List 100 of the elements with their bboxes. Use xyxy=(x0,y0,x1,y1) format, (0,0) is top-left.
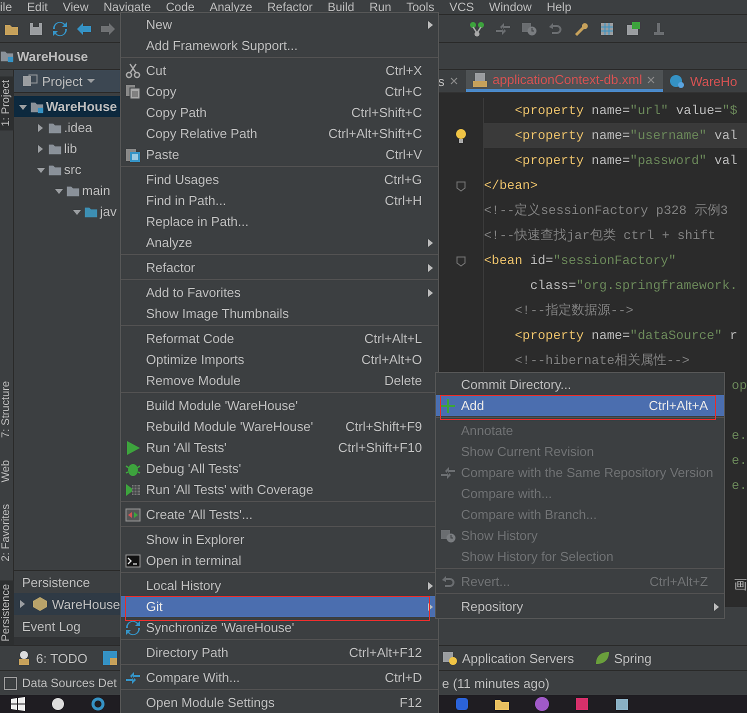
create-test-icon xyxy=(125,506,141,522)
app-icon xyxy=(534,696,550,712)
coverage-icon xyxy=(125,482,141,498)
menu-item[interactable]: Show in Explorer xyxy=(121,529,438,550)
menu-item[interactable]: Copy Path Ctrl+Shift+C xyxy=(121,102,438,123)
tool-window-tab[interactable]: Persistence xyxy=(0,580,14,645)
tree-item[interactable]: lib xyxy=(14,138,120,159)
tool-window-tab[interactable]: 7: Structure xyxy=(0,376,14,442)
menu-bar-item[interactable]: Code xyxy=(166,0,195,14)
folder-icon xyxy=(48,162,62,176)
code-line: <!--快速查找jar包类 ctrl + shift xyxy=(484,227,717,245)
tool-icon xyxy=(651,20,667,36)
menu-item[interactable]: Run 'All Tests' with Coverage xyxy=(121,479,438,500)
menu-bar-item[interactable]: Build xyxy=(328,0,354,14)
tool-window-tab[interactable]: 2: Favorites xyxy=(0,500,14,566)
menu-item[interactable]: Paste Ctrl+V xyxy=(121,144,438,165)
folder-icon xyxy=(84,204,98,218)
menu-item[interactable]: Repository xyxy=(436,596,724,617)
menu-item[interactable]: Remove Module Delete xyxy=(121,370,438,391)
menu-item[interactable]: Copy Ctrl+C xyxy=(121,81,438,102)
menu-item[interactable]: Rebuild Module 'WareHouse' Ctrl+Shift+F9 xyxy=(121,416,438,437)
menu-item[interactable]: Commit Directory... xyxy=(436,374,724,395)
hibernate-icon xyxy=(32,596,48,612)
editor-tab[interactable]: s xyxy=(438,70,466,92)
menu-item[interactable]: Build Module 'WareHouse' xyxy=(121,395,438,416)
fold-marker-icon xyxy=(456,180,466,192)
menu-bar-item[interactable]: Window xyxy=(489,0,532,14)
tool-window-tab[interactable]: 6: TODO xyxy=(16,650,88,666)
menu-bar-item[interactable]: Tools xyxy=(406,0,434,14)
menu-item[interactable]: Show Image Thumbnails xyxy=(121,303,438,324)
tree-item[interactable]: WareHouse xyxy=(14,96,120,117)
close-icon[interactable] xyxy=(450,77,458,85)
tree-item[interactable]: .idea xyxy=(14,117,120,138)
status-text: e (11 minutes ago) xyxy=(442,676,550,690)
sync-icon xyxy=(125,620,141,636)
save-icon xyxy=(28,20,44,36)
menu-item[interactable]: Optimize Imports Ctrl+Alt+O xyxy=(121,349,438,370)
project-view-icon xyxy=(22,73,38,89)
app-icon xyxy=(454,696,470,712)
code-line: </bean> xyxy=(484,177,539,195)
menu-bar-item[interactable]: Refactor xyxy=(267,0,313,14)
panel-header[interactable]: Project xyxy=(14,70,120,93)
menu-item[interactable]: Compare With... Ctrl+D xyxy=(121,667,438,688)
tool-window-tab[interactable]: Spring xyxy=(594,650,652,666)
grid-icon xyxy=(599,20,615,36)
tree-item[interactable]: src xyxy=(14,159,120,180)
status-icon xyxy=(4,676,17,690)
tool-window-tab[interactable]: Web xyxy=(0,456,14,486)
breadcrumb-item[interactable]: WareHouse xyxy=(0,48,98,64)
menu-item[interactable]: Refactor xyxy=(121,257,438,278)
menu-item[interactable]: Replace in Path... xyxy=(121,211,438,232)
menu-item[interactable]: Create 'All Tests'... xyxy=(121,504,438,525)
menu-item[interactable]: Analyze xyxy=(121,232,438,253)
code-line: <!--hibernate相关属性--> xyxy=(514,352,691,370)
menu-item[interactable]: Add to Favorites xyxy=(121,282,438,303)
menu-item[interactable]: Debug 'All Tests' xyxy=(121,458,438,479)
menu-item[interactable]: Cut Ctrl+X xyxy=(121,60,438,81)
dropdown-caret-icon xyxy=(86,76,96,86)
code-line: op xyxy=(732,377,747,395)
tree-item[interactable]: main xyxy=(14,180,120,201)
menu-bar-item[interactable]: Run xyxy=(369,0,392,14)
code-line: e. xyxy=(732,427,747,445)
menu-item[interactable]: Open in terminal xyxy=(121,550,438,571)
compare-icon xyxy=(495,20,511,36)
menu-item[interactable]: Run 'All Tests' Ctrl+Shift+F10 xyxy=(121,437,438,458)
menu-item[interactable]: Open Module Settings F12 xyxy=(121,692,438,713)
menu-bar-item[interactable]: View xyxy=(62,0,88,14)
menu-item[interactable]: Copy Relative Path Ctrl+Alt+Shift+C xyxy=(121,123,438,144)
menu-item[interactable]: Directory Path Ctrl+Alt+F12 xyxy=(121,642,438,663)
submenu-arrow-icon xyxy=(425,580,435,590)
menu-item[interactable]: Add Framework Support... xyxy=(121,35,438,56)
tool-window-tab[interactable]: Application Servers xyxy=(442,650,574,666)
terminal-icon xyxy=(125,552,141,568)
menu-item[interactable]: Local History xyxy=(121,575,438,596)
tree-item[interactable]: WareHouse xyxy=(14,593,120,615)
close-icon[interactable] xyxy=(647,76,656,84)
code-line: e. xyxy=(732,452,747,470)
tool-window-tab[interactable]: Event Log xyxy=(22,618,81,634)
menu-bar-item[interactable]: Edit xyxy=(27,0,48,14)
menu-item[interactable]: Find Usages Ctrl+G xyxy=(121,169,438,190)
submenu-arrow-icon xyxy=(425,602,435,612)
leaf-icon xyxy=(594,650,610,666)
code-line: e. xyxy=(732,477,747,495)
menu-bar-item[interactable]: Analyze xyxy=(210,0,252,14)
database-icon xyxy=(625,20,641,36)
menu-item[interactable]: Reformat Code Ctrl+Alt+L xyxy=(121,328,438,349)
branch-icon xyxy=(469,20,485,36)
menu-item[interactable]: Find in Path... Ctrl+H xyxy=(121,190,438,211)
menu-bar-item[interactable]: Navigate xyxy=(104,0,151,14)
module-folder-icon xyxy=(30,100,44,114)
class-file-icon xyxy=(669,73,686,89)
menu-bar-item[interactable]: Help xyxy=(546,0,572,14)
menu-bar-item[interactable]: VCS xyxy=(449,0,474,14)
tree-item[interactable]: jav xyxy=(14,201,120,222)
app-icon xyxy=(614,696,630,712)
folder-icon xyxy=(48,142,62,156)
play-icon xyxy=(125,440,141,456)
menu-item[interactable]: New xyxy=(121,14,438,35)
tool-window-tab[interactable]: 1: Project xyxy=(0,76,14,130)
menu-bar-item[interactable]: ile xyxy=(0,0,12,14)
